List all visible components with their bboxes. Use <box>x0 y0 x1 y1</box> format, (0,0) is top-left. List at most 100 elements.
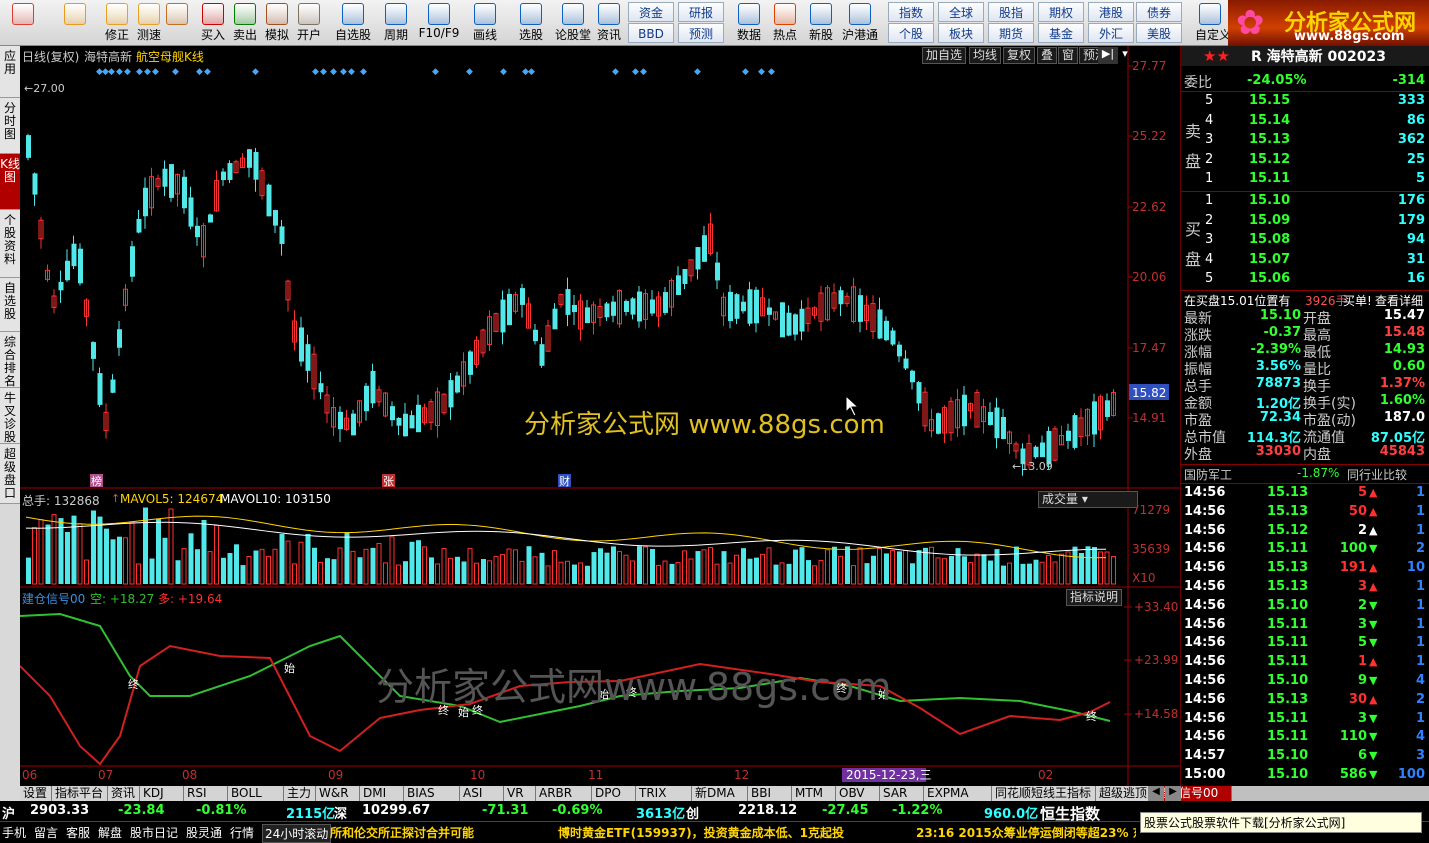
pe-icon <box>738 3 760 25</box>
volume-bar <box>1039 561 1045 585</box>
chart-btn-1[interactable]: 均线 <box>969 47 1002 64</box>
toolbar-small-top-button[interactable]: 债券 <box>1136 2 1182 22</box>
toolbar-hammer-button[interactable]: 模拟 <box>262 2 292 44</box>
toolbar-custom-button[interactable]: 自定义 <box>1195 2 1231 44</box>
toolbar-star-button[interactable]: 自选股 <box>332 2 374 44</box>
indicator-tab-4[interactable]: RSI <box>184 786 228 801</box>
toolbar-small-bottom-button[interactable]: 美股 <box>1136 23 1182 43</box>
weibi-value: -314 <box>1392 73 1425 88</box>
indicator-tab-16[interactable]: BBI <box>748 786 792 801</box>
toolbar-small-top-button[interactable]: 指数 <box>888 2 934 22</box>
indicator-tab-11[interactable]: VR <box>504 786 536 801</box>
left-tab-5[interactable]: 综合排名 <box>0 332 20 388</box>
indicator-tab-20[interactable]: EXPMA <box>924 786 992 801</box>
indicator-help-button[interactable]: 指标说明 <box>1066 589 1123 606</box>
ticker-item-2[interactable]: 客服 <box>66 824 90 841</box>
tick-volume: 586 <box>1339 767 1367 782</box>
toolbar-hot-button[interactable]: 热点 <box>770 2 800 44</box>
toolbar-speed-button[interactable]: 测速 <box>134 2 164 44</box>
toolbar-cycle-button[interactable]: 周期 <box>378 2 414 44</box>
candle-body <box>403 413 408 437</box>
indicator-tab-7[interactable]: W&R <box>316 786 360 801</box>
indicator-tab-9[interactable]: BIAS <box>404 786 460 801</box>
ticker-item-1[interactable]: 留言 <box>34 824 58 841</box>
toolbar-f10-button[interactable]: F10/F9 <box>418 2 460 44</box>
indicator-tab-18[interactable]: OBV <box>836 786 880 801</box>
volume-bar <box>539 552 545 584</box>
ticker-item-5[interactable]: 股灵通 <box>186 824 222 841</box>
volume-dropdown[interactable]: 成交量 ▾ <box>1038 491 1138 508</box>
toolbar-lock-button[interactable]: 开户 <box>294 2 324 44</box>
indicator-tab-5[interactable]: BOLL <box>228 786 284 801</box>
toolbar-small-top-button[interactable]: 期权 <box>1038 2 1084 22</box>
indicator-tab-3[interactable]: KDJ <box>140 786 184 801</box>
ticker-item-7[interactable]: 24小时滚动 <box>262 824 332 843</box>
indicator-tab-21[interactable]: 同花顺短线王指标 <box>992 786 1096 801</box>
toolbar-ipo-button[interactable]: 新股 <box>806 2 836 44</box>
kline-chart-area[interactable]: 27.77 25.22 22.62 20.06 17.47 14.91 15.82 ◆ ◆ ◆ ◆ ◆… <box>19 46 1180 786</box>
download-tooltip[interactable]: 股票公式股票软件下载[分析家公式网] <box>1140 812 1422 833</box>
toolbar-buy-button[interactable]: 买入 <box>198 2 228 44</box>
toolbar-small-top-button[interactable]: 股指 <box>988 2 1034 22</box>
toolbar-small-top-button[interactable]: 研报 <box>678 2 724 22</box>
chart-btn-2[interactable]: 复权 <box>1003 47 1036 64</box>
back-arrow-icon <box>64 3 86 25</box>
toolbar-small-top-button[interactable]: 港股 <box>1088 2 1134 22</box>
toolbar-clock-button[interactable] <box>162 2 192 44</box>
toolbar-sell-button[interactable]: 卖出 <box>230 2 260 44</box>
indicator-tab-12[interactable]: ARBR <box>536 786 592 801</box>
indicator-tab-22[interactable]: 超级逃顶 <box>1096 786 1152 801</box>
toolbar-small-bottom-button[interactable]: 基金 <box>1038 23 1084 43</box>
chart-menu-icon[interactable]: ▾ <box>1118 47 1132 64</box>
toolbar-small-bottom-button[interactable]: 期货 <box>988 23 1034 43</box>
toolbar-small-top-button[interactable]: 全球 <box>938 2 984 22</box>
left-tab-0[interactable]: 应用 <box>0 46 20 98</box>
toolbar-small-bottom-button[interactable]: 板块 <box>938 23 984 43</box>
indicator-tab-0[interactable]: 设置 <box>20 786 52 801</box>
toolbar-small-bottom-button[interactable]: 个股 <box>888 23 934 43</box>
ticker-item-0[interactable]: 手机 <box>2 824 26 841</box>
left-tab-7[interactable]: 超级盘口 <box>0 444 20 504</box>
tab-scroll-right-icon[interactable]: ▶ <box>1165 786 1181 801</box>
chart-btn-3[interactable]: 叠 <box>1037 47 1058 64</box>
chart-btn-4[interactable]: 窗 <box>1058 47 1079 64</box>
toolbar-pe-button[interactable]: 数据 <box>734 2 764 44</box>
toolbar-pen-button[interactable]: 画线 <box>464 2 506 44</box>
toolbar-up-down-arrow-button[interactable]: 修正 <box>100 2 134 44</box>
toolbar-windows-logo-button[interactable] <box>6 2 40 44</box>
toolbar-small-bottom-button[interactable]: 预测 <box>678 23 724 43</box>
industry-compare-button[interactable]: 同行业比较 <box>1347 466 1407 483</box>
chart-close-icon[interactable]: ▶| <box>1098 47 1118 64</box>
ticker-item-6[interactable]: 行情 <box>230 824 254 841</box>
toolbar-sse-hkex-button[interactable]: 沪港通 <box>840 2 880 44</box>
left-tab-1[interactable]: 分时图 <box>0 98 20 154</box>
chart-btn-0[interactable]: 加自选 <box>922 47 967 64</box>
tab-scroll-left-icon[interactable]: ◀ <box>1148 786 1164 801</box>
indicator-tab-17[interactable]: MTM <box>792 786 836 801</box>
star-icon[interactable]: ★★ <box>1203 47 1230 65</box>
left-tab-3[interactable]: 个股资料 <box>0 210 20 278</box>
toolbar-select-stock-button[interactable]: 选股 <box>512 2 550 44</box>
toolbar-news-button[interactable]: 资讯 <box>594 2 624 44</box>
left-tab-6[interactable]: 牛叉诊股 <box>0 388 20 444</box>
indicator-tab-10[interactable]: ASI <box>460 786 504 801</box>
indicator-tab-15[interactable]: 新DMA <box>692 786 748 801</box>
left-tab-4[interactable]: 自选股 <box>0 278 20 332</box>
ticker-item-3[interactable]: 解盘 <box>98 824 122 841</box>
ticker-item-4[interactable]: 股市日记 <box>130 824 178 841</box>
notice-detail-link[interactable]: 查看详细 <box>1375 292 1423 309</box>
indicator-tab-1[interactable]: 指标平台 <box>52 786 108 801</box>
toolbar-back-arrow-button[interactable] <box>56 2 94 44</box>
indicator-tab-2[interactable]: 资讯 <box>108 786 140 801</box>
indicator-tab-23[interactable]: 建仓信号00 <box>1152 786 1232 801</box>
left-tab-2[interactable]: K线图 <box>0 154 20 210</box>
indicator-tab-13[interactable]: DPO <box>592 786 636 801</box>
indicator-tab-14[interactable]: TRIX <box>636 786 692 801</box>
indicator-tab-6[interactable]: 主力 <box>284 786 316 801</box>
toolbar-small-bottom-button[interactable]: BBD <box>628 23 674 43</box>
toolbar-small-top-button[interactable]: 资金 <box>628 2 674 22</box>
indicator-tab-19[interactable]: SAR <box>880 786 924 801</box>
toolbar-forum-button[interactable]: 论股堂 <box>554 2 592 44</box>
indicator-tab-8[interactable]: DMI <box>360 786 404 801</box>
toolbar-small-bottom-button[interactable]: 外汇 <box>1088 23 1134 43</box>
